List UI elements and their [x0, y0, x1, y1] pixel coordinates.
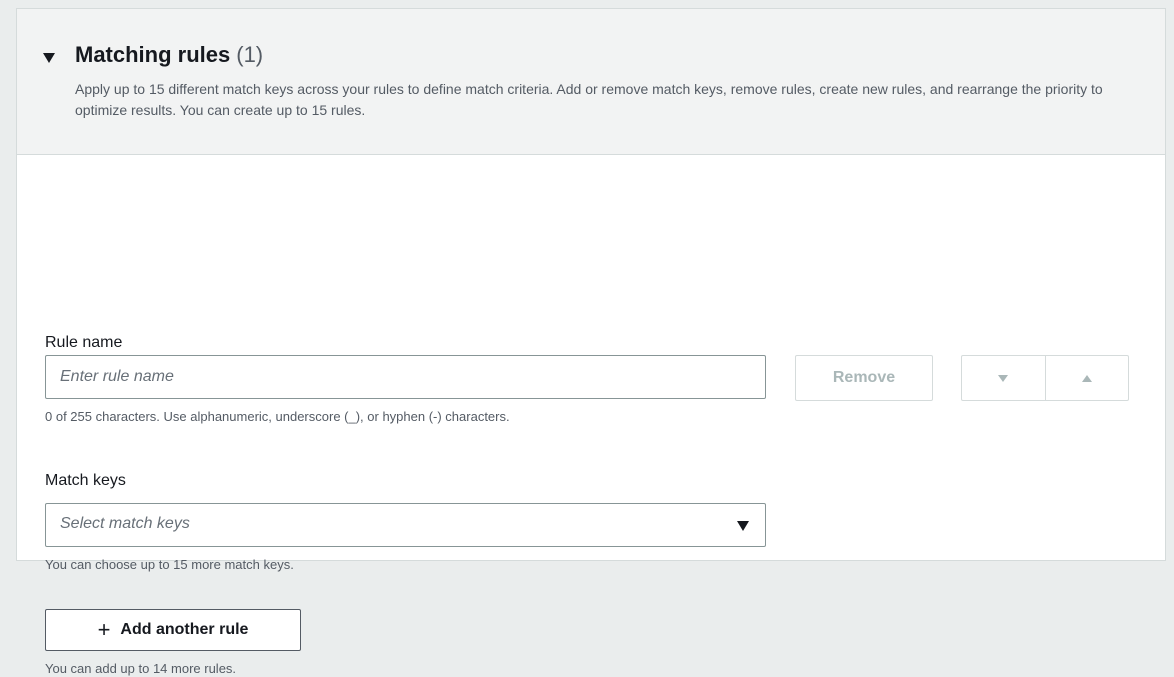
add-rule-label: Add another rule	[120, 621, 249, 638]
match-keys-label: Match keys	[45, 472, 126, 489]
rule-priority-controls	[961, 355, 1129, 401]
remove-rule-button[interactable]: Remove	[795, 355, 933, 401]
match-keys-select[interactable]: Select match keys	[45, 503, 766, 547]
section-title-text: Matching rules	[75, 42, 231, 67]
add-rule-hint: You can add up to 14 more rules.	[45, 661, 237, 676]
rule-count: (1)	[236, 42, 264, 67]
caret-down-icon[interactable]	[43, 53, 55, 63]
matching-rules-panel: Matching rules (1) Apply up to 15 differe…	[16, 8, 1166, 676]
add-another-rule-button[interactable]: + Add another rule	[45, 609, 301, 651]
caret-down-icon	[737, 521, 749, 531]
section-description: Apply up to 15 different match keys acro…	[75, 81, 1103, 118]
section-title[interactable]: Matching rules (1)	[75, 41, 263, 69]
move-rule-down-button[interactable]	[962, 356, 1045, 400]
match-keys-placeholder: Select match keys	[60, 515, 190, 532]
rule-name-hint: 0 of 255 characters. Use alphanumeric, u…	[45, 409, 510, 424]
match-keys-hint: You can choose up to 15 more match keys.	[45, 557, 294, 572]
rule-name-input[interactable]	[45, 355, 766, 399]
plus-icon: +	[97, 617, 111, 642]
move-rule-up-button[interactable]	[1044, 356, 1129, 400]
triangle-down-icon	[998, 374, 1009, 382]
triangle-up-icon	[1081, 374, 1092, 382]
panel-header: Matching rules (1) Apply up to 15 differe…	[17, 9, 1165, 155]
rule-name-label: Rule name	[45, 334, 123, 351]
